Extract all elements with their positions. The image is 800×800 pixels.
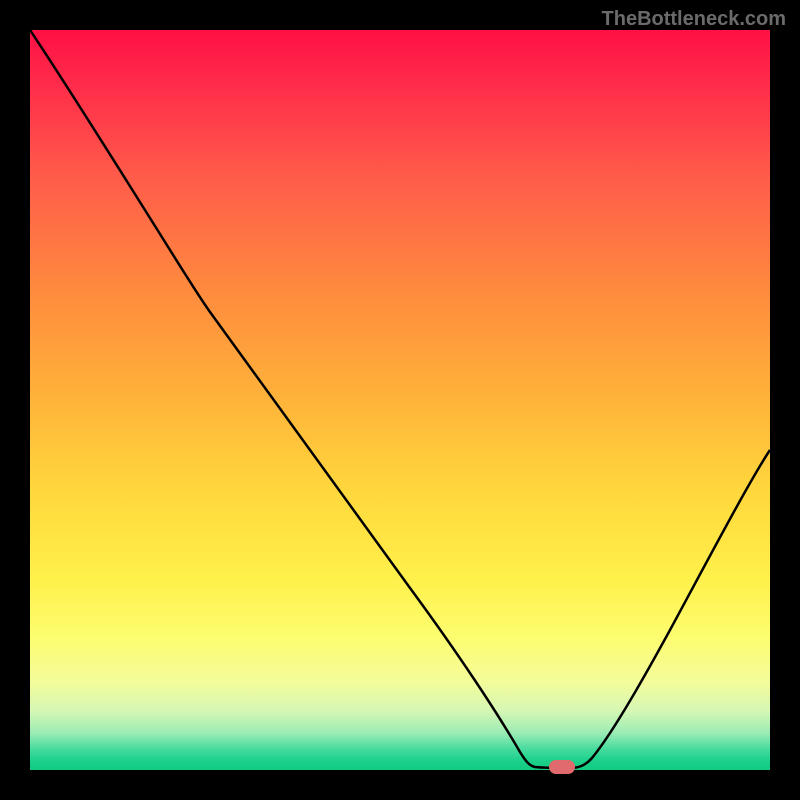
optimal-marker — [549, 760, 575, 774]
watermark-text: TheBottleneck.com — [602, 8, 786, 31]
bottleneck-curve — [30, 30, 770, 770]
